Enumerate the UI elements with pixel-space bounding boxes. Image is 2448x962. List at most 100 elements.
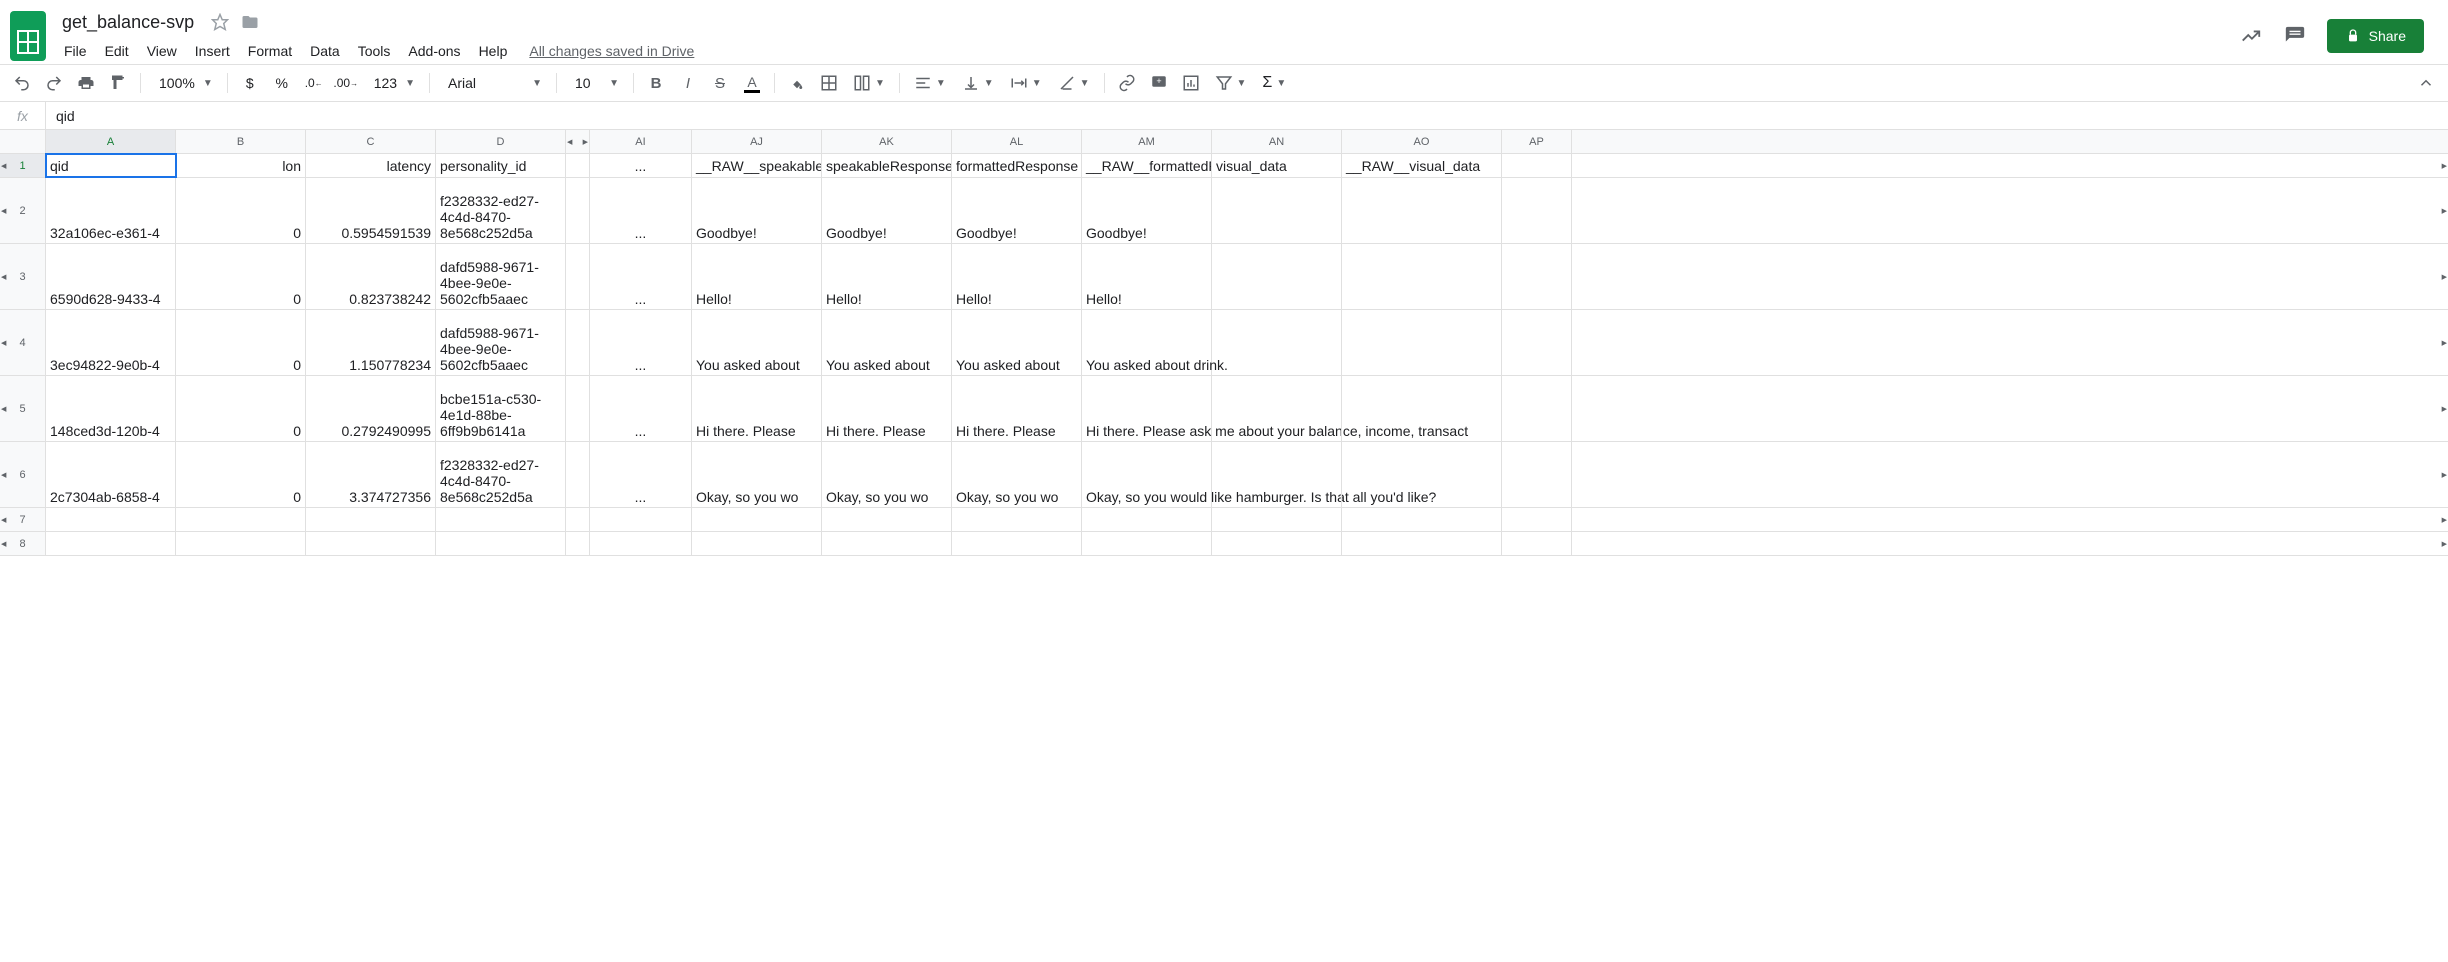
print-icon[interactable] [72, 69, 100, 97]
text-color-icon[interactable]: A [738, 69, 766, 97]
col-header-ak[interactable]: AK [822, 130, 952, 153]
row-header[interactable]: 4 [0, 310, 46, 375]
number-format-dropdown[interactable]: 123▼ [364, 69, 421, 97]
cell[interactable] [1212, 442, 1342, 507]
borders-icon[interactable] [815, 69, 843, 97]
menu-data[interactable]: Data [302, 39, 348, 63]
select-all-corner[interactable] [0, 130, 46, 153]
row-header[interactable]: 8 [0, 532, 46, 555]
cell[interactable] [1342, 442, 1502, 507]
col-header-aj[interactable]: AJ [692, 130, 822, 153]
wrap-dropdown[interactable]: ▼ [1004, 69, 1048, 97]
font-dropdown[interactable]: Arial▼ [438, 69, 548, 97]
undo-icon[interactable] [8, 69, 36, 97]
chart-icon[interactable] [1177, 69, 1205, 97]
currency-icon[interactable]: $ [236, 69, 264, 97]
cell[interactable]: Okay, so you wo [692, 442, 822, 507]
cell[interactable]: Okay, so you wo [952, 442, 1082, 507]
fill-color-icon[interactable] [783, 69, 811, 97]
cell[interactable]: Hello! [822, 244, 952, 309]
cell[interactable]: 0 [176, 376, 306, 441]
col-header-d[interactable]: D [436, 130, 566, 153]
menu-addons[interactable]: Add-ons [400, 39, 468, 63]
cell[interactable]: Hi there. Please [952, 376, 1082, 441]
menu-insert[interactable]: Insert [187, 39, 238, 63]
size-dropdown[interactable]: 10▼ [565, 69, 625, 97]
cell[interactable]: ... [590, 154, 692, 177]
cell[interactable] [1082, 508, 1212, 531]
menu-tools[interactable]: Tools [350, 39, 399, 63]
cell[interactable] [1502, 508, 1572, 531]
col-header-an[interactable]: AN [1212, 130, 1342, 153]
cell[interactable] [692, 532, 822, 555]
bold-icon[interactable]: B [642, 69, 670, 97]
drive-save-status[interactable]: All changes saved in Drive [529, 43, 694, 59]
filter-dropdown[interactable]: ▼ [1209, 69, 1253, 97]
italic-icon[interactable]: I [674, 69, 702, 97]
cell[interactable]: Okay, so you wo [822, 442, 952, 507]
cell[interactable]: bcbe151a-c530-4e1d-88be-6ff9b9b6141a [436, 376, 566, 441]
menu-file[interactable]: File [56, 39, 95, 63]
cell[interactable]: __RAW__formattedResponse [1082, 154, 1212, 177]
cell[interactable]: latency [306, 154, 436, 177]
cell[interactable] [176, 508, 306, 531]
cell[interactable]: Hi there. Please [692, 376, 822, 441]
cell[interactable] [436, 508, 566, 531]
cell[interactable] [822, 508, 952, 531]
halign-dropdown[interactable]: ▼ [908, 69, 952, 97]
cell[interactable]: Goodbye! [822, 178, 952, 243]
cell[interactable]: 0 [176, 178, 306, 243]
cell[interactable]: 0.2792490995 [306, 376, 436, 441]
row-header[interactable]: 2 [0, 178, 46, 243]
cell[interactable] [1502, 244, 1572, 309]
cell[interactable]: dafd5988-9671-4bee-9e0e-5602cfb5aaec [436, 310, 566, 375]
cell[interactable]: 32a106ec-e361-4 [46, 178, 176, 243]
row-header[interactable]: 1 [0, 154, 46, 177]
valign-dropdown[interactable]: ▼ [956, 69, 1000, 97]
cell[interactable] [1342, 508, 1502, 531]
formula-input[interactable]: qid [46, 108, 2448, 124]
menu-help[interactable]: Help [471, 39, 516, 63]
cell[interactable] [822, 532, 952, 555]
cell[interactable] [590, 532, 692, 555]
cell[interactable]: lon [176, 154, 306, 177]
cell[interactable] [1342, 178, 1502, 243]
cell[interactable] [1212, 376, 1342, 441]
cell[interactable] [1502, 154, 1572, 177]
cell[interactable] [1502, 442, 1572, 507]
functions-dropdown[interactable]: Σ▼ [1256, 69, 1292, 97]
menu-edit[interactable]: Edit [97, 39, 137, 63]
cell[interactable] [1342, 310, 1502, 375]
cell[interactable]: personality_id [436, 154, 566, 177]
cell[interactable]: 0.823738242 [306, 244, 436, 309]
col-header-al[interactable]: AL [952, 130, 1082, 153]
cell[interactable] [1082, 532, 1212, 555]
cell[interactable] [1502, 310, 1572, 375]
cell[interactable]: Goodbye! [952, 178, 1082, 243]
cell[interactable]: Goodbye! [692, 178, 822, 243]
cell[interactable] [436, 532, 566, 555]
cell[interactable]: 148ced3d-120b-4 [46, 376, 176, 441]
cell[interactable] [590, 508, 692, 531]
redo-icon[interactable] [40, 69, 68, 97]
cell[interactable]: 0 [176, 442, 306, 507]
cell[interactable]: Hello! [692, 244, 822, 309]
row-header[interactable]: 3 [0, 244, 46, 309]
strikethrough-icon[interactable]: S [706, 69, 734, 97]
col-header-ai[interactable]: AI [590, 130, 692, 153]
row-header[interactable]: 5 [0, 376, 46, 441]
cell[interactable] [46, 508, 176, 531]
comment-icon[interactable]: + [1145, 69, 1173, 97]
cell[interactable]: You asked about [822, 310, 952, 375]
cell[interactable]: ... [590, 178, 692, 243]
cell[interactable]: Hello! [1082, 244, 1212, 309]
cell[interactable]: Hi there. Please ask me about your balan… [1082, 376, 1212, 441]
cell[interactable]: f2328332-ed27-4c4d-8470-8e568c252d5a [436, 442, 566, 507]
cell[interactable]: 1.150778234 [306, 310, 436, 375]
cell[interactable] [1342, 244, 1502, 309]
cell[interactable] [1502, 532, 1572, 555]
cell[interactable] [952, 532, 1082, 555]
cell[interactable] [692, 508, 822, 531]
cell[interactable] [1342, 532, 1502, 555]
document-title[interactable]: get_balance-svp [56, 10, 200, 35]
